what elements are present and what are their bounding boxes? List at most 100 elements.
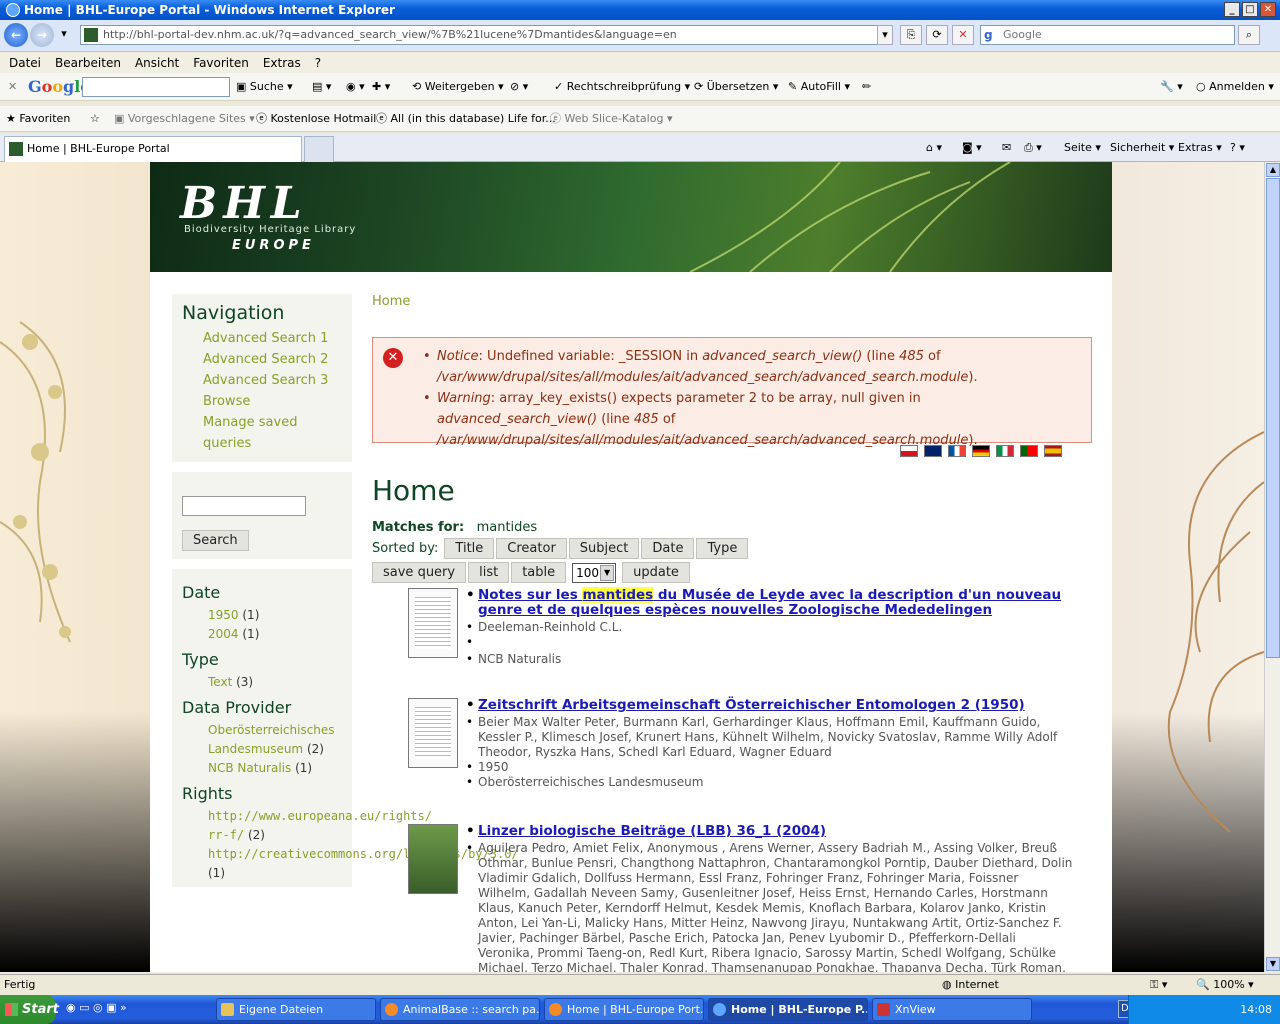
forward-button[interactable]: → xyxy=(30,23,54,47)
result-title-link[interactable]: Zeitschrift Arbeitsgemeinschaft Österrei… xyxy=(466,698,1073,714)
google-search-button[interactable]: ▣ Suche ▾ xyxy=(236,78,293,96)
sign-in-button[interactable]: ○ Anmelden ▾ xyxy=(1196,78,1274,96)
result-thumbnail[interactable] xyxy=(408,698,458,768)
menu-ansicht[interactable]: Ansicht xyxy=(128,53,186,73)
facet-link-ncb-naturalis[interactable]: NCB Naturalis xyxy=(208,761,291,775)
autofill-button[interactable]: ✎ AutoFill ▾ xyxy=(788,78,850,96)
mail-icon[interactable]: ✉ xyxy=(1002,140,1011,156)
start-button[interactable]: Start xyxy=(0,995,59,1024)
flag-fr-icon[interactable] xyxy=(948,445,966,457)
translate-button[interactable]: ⟳ Übersetzen ▾ xyxy=(694,78,778,96)
refresh-icon[interactable]: ⟳ xyxy=(926,25,948,45)
update-button[interactable]: update xyxy=(622,562,690,583)
add-favorite-icon[interactable]: ☆ xyxy=(90,111,100,127)
table-view-button[interactable]: table xyxy=(511,562,567,583)
per-page-select[interactable]: 100 ▼ xyxy=(572,562,617,583)
result-title-link[interactable]: Linzer biologische Beiträge (LBB) 36_1 (… xyxy=(466,824,1073,840)
task-eigene-dateien[interactable]: Eigene Dateien xyxy=(216,998,376,1021)
flag-cz-icon[interactable] xyxy=(900,445,918,457)
fav-hotmail[interactable]: ⓔ Kostenlose Hotmail xyxy=(256,111,376,127)
toolbar-page-icon[interactable]: ▤ ▾ xyxy=(312,78,331,96)
help-icon[interactable]: ? ▾ xyxy=(1230,140,1245,156)
sidebar-search-input[interactable] xyxy=(182,496,306,516)
breadcrumb[interactable]: Home xyxy=(372,294,1092,309)
spellcheck-button[interactable]: ✓ Rechtschreibprüfung ▾ xyxy=(554,78,690,96)
history-dropdown[interactable]: ▾ xyxy=(57,25,71,45)
scroll-down-icon[interactable]: ▼ xyxy=(1266,957,1280,971)
sort-subject-button[interactable]: Subject xyxy=(568,538,640,559)
scroll-up-icon[interactable]: ▲ xyxy=(1266,163,1280,177)
facet-link-1950[interactable]: 1950 xyxy=(208,608,239,622)
security-menu[interactable]: Sicherheit ▾ xyxy=(1110,140,1174,156)
nav-advanced-search-1[interactable]: Advanced Search 1 xyxy=(182,328,332,349)
facet-link-text[interactable]: Text xyxy=(208,675,232,689)
facet-title-data-provider: Data Provider xyxy=(182,698,292,717)
google-search-input[interactable] xyxy=(82,77,230,97)
task-animalbase[interactable]: AnimalBase :: search pa... xyxy=(380,998,540,1021)
home-icon[interactable]: ⌂ ▾ xyxy=(926,140,942,156)
nav-manage-saved-queries[interactable]: Manage saved queries xyxy=(182,412,332,454)
result-title-link[interactable]: Notes sur les mantides du Musée de Leyde… xyxy=(466,587,1073,618)
menu-bearbeiten[interactable]: Bearbeiten xyxy=(48,53,128,73)
close-window-button[interactable]: ✕ xyxy=(1260,2,1276,17)
quick-launch-icons[interactable]: ◉ ▭ ◎ ▣ » xyxy=(66,1001,127,1014)
task-bhl-ie[interactable]: Home | BHL-Europe P... xyxy=(708,998,868,1021)
toolbar-plus-icon[interactable]: ✚ ▾ xyxy=(372,78,390,96)
minimize-button[interactable]: _ xyxy=(1224,2,1240,17)
nav-advanced-search-3[interactable]: Advanced Search 3 xyxy=(182,370,332,391)
menu-datei[interactable]: Datei xyxy=(2,53,48,73)
search-go-icon[interactable]: ⌕ xyxy=(1238,25,1260,45)
web-search-input[interactable]: g Google xyxy=(980,25,1235,45)
save-query-button[interactable]: save query xyxy=(372,562,467,583)
bhl-logo[interactable]: BHL xyxy=(180,178,308,229)
menu-help[interactable]: ? xyxy=(308,53,328,73)
sort-title-button[interactable]: Title xyxy=(444,538,495,559)
flag-it-icon[interactable] xyxy=(996,445,1014,457)
highlighter-icon[interactable]: ✏ xyxy=(862,78,871,96)
extras-menu[interactable]: Extras ▾ xyxy=(1178,140,1222,156)
url-field[interactable]: http://bhl-portal-dev.nhm.ac.uk/?q=advan… xyxy=(80,25,893,45)
feeds-icon[interactable]: ◙ ▾ xyxy=(962,140,982,156)
result-thumbnail[interactable] xyxy=(408,588,458,658)
nav-browse[interactable]: Browse xyxy=(182,391,332,412)
flag-pt-icon[interactable] xyxy=(1020,445,1038,457)
list-view-button[interactable]: list xyxy=(468,562,510,583)
tab-bhl-portal[interactable]: Home | BHL-Europe Portal xyxy=(4,136,302,162)
sort-date-button[interactable]: Date xyxy=(641,538,695,559)
facet-link-2004[interactable]: 2004 xyxy=(208,627,239,641)
back-button[interactable]: ← xyxy=(4,23,28,47)
new-tab-button[interactable] xyxy=(304,136,334,162)
security-zone-icon[interactable]: ⚿ ▾ xyxy=(1150,975,1167,995)
zoom-level[interactable]: 🔍 100% ▾ xyxy=(1196,975,1254,995)
flag-es-icon[interactable] xyxy=(1044,445,1062,457)
scrollbar-thumb[interactable] xyxy=(1266,178,1280,658)
facet-link-europeana-rights[interactable]: http://www.europeana.eu/rights/rr-f/ xyxy=(208,809,432,842)
print-icon[interactable]: ⎙ ▾ xyxy=(1024,140,1042,156)
menu-extras[interactable]: Extras xyxy=(256,53,308,73)
toolbar-globe-icon[interactable]: ◉ ▾ xyxy=(346,78,365,96)
task-xnview[interactable]: XnView xyxy=(872,998,1032,1021)
flag-de-icon[interactable] xyxy=(972,445,990,457)
url-dropdown[interactable]: ▾ xyxy=(877,25,893,45)
vertical-scrollbar[interactable]: ▲ ▼ xyxy=(1264,162,1280,972)
fav-suggested-sites[interactable]: ▣ Vorgeschlagene Sites ▾ xyxy=(114,111,255,127)
share-button[interactable]: ⟲ Weitergeben ▾ xyxy=(412,78,504,96)
page-menu[interactable]: Seite ▾ xyxy=(1064,140,1101,156)
sidebar-search-button[interactable]: Search xyxy=(182,530,249,551)
stop-icon[interactable]: ✕ xyxy=(952,25,974,45)
wrench-icon[interactable]: 🔧 ▾ xyxy=(1160,78,1183,96)
maximize-button[interactable]: □ xyxy=(1242,2,1258,17)
fav-web-slice[interactable]: ⓔ Web Slice-Katalog ▾ xyxy=(550,111,672,127)
flag-gb-icon[interactable] xyxy=(924,445,942,457)
compat-view-icon[interactable]: ⎘ xyxy=(900,25,922,45)
task-bhl-firefox[interactable]: Home | BHL-Europe Port... xyxy=(544,998,704,1021)
fav-life-database[interactable]: ⓔ All (in this database) Life for... xyxy=(376,111,556,127)
result-thumbnail[interactable] xyxy=(408,824,458,894)
sort-type-button[interactable]: Type xyxy=(696,538,749,559)
toolbar-popup-icon[interactable]: ⊘ ▾ xyxy=(510,78,528,96)
nav-advanced-search-2[interactable]: Advanced Search 2 xyxy=(182,349,332,370)
menu-favoriten[interactable]: Favoriten xyxy=(186,53,256,73)
favorites-button[interactable]: ★ Favoriten xyxy=(6,111,70,127)
close-toolbar-icon[interactable]: ✕ xyxy=(8,78,17,96)
sort-creator-button[interactable]: Creator xyxy=(496,538,567,559)
